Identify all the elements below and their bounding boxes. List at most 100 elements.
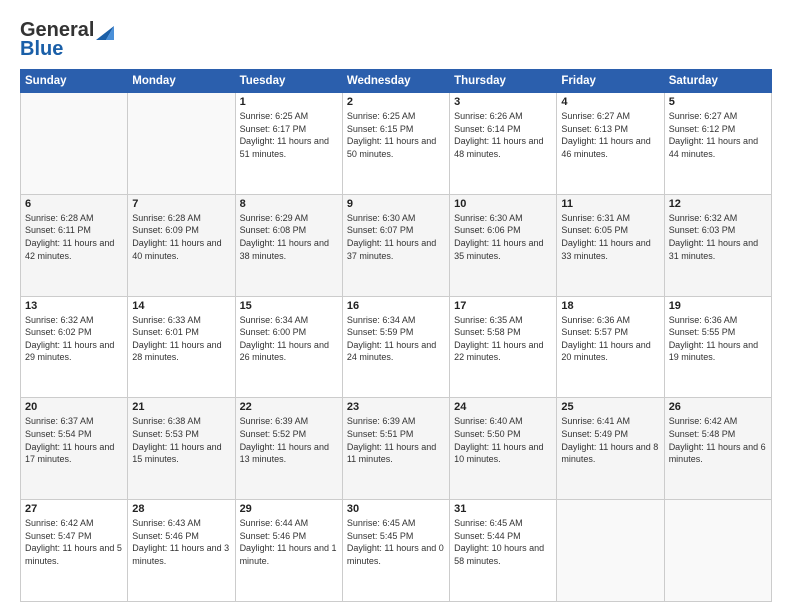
calendar-cell	[557, 500, 664, 602]
day-info: Sunrise: 6:42 AM Sunset: 5:48 PM Dayligh…	[669, 415, 767, 465]
day-info: Sunrise: 6:44 AM Sunset: 5:46 PM Dayligh…	[240, 517, 338, 567]
calendar-cell: 4 Sunrise: 6:27 AM Sunset: 6:13 PM Daylig…	[557, 93, 664, 195]
calendar-cell: 3Sunrise: 6:26 AM Sunset: 6:14 PM Daylig…	[450, 93, 557, 195]
calendar-week-4: 20Sunrise: 6:37 AM Sunset: 5:54 PM Dayli…	[21, 398, 772, 500]
day-info: Sunrise: 6:36 AM Sunset: 5:55 PM Dayligh…	[669, 314, 767, 364]
calendar-cell: 30 Sunrise: 6:45 AM Sunset: 5:45 PM Dayli…	[342, 500, 449, 602]
day-number: 10	[454, 198, 552, 210]
day-number: 31	[454, 503, 552, 515]
day-number: 29	[240, 503, 338, 515]
day-info: Sunrise: 6:26 AM Sunset: 6:14 PM Dayligh…	[454, 110, 552, 160]
logo: General Blue	[20, 18, 114, 61]
calendar-cell: 21Sunrise: 6:38 AM Sunset: 5:53 PM Dayli…	[128, 398, 235, 500]
col-header-monday: Monday	[128, 70, 235, 93]
day-info: Sunrise: 6:41 AM Sunset: 5:49 PM Dayligh…	[561, 415, 659, 465]
calendar-cell: 5 Sunrise: 6:27 AM Sunset: 6:12 PM Daylig…	[664, 93, 771, 195]
day-info: Sunrise: 6:29 AM Sunset: 6:08 PM Dayligh…	[240, 212, 338, 262]
col-header-tuesday: Tuesday	[235, 70, 342, 93]
calendar-cell: 16 Sunrise: 6:34 AM Sunset: 5:59 PM Dayli…	[342, 296, 449, 398]
day-info: Sunrise: 6:34 AM Sunset: 5:59 PM Dayligh…	[347, 314, 445, 364]
day-info: Sunrise: 6:33 AM Sunset: 6:01 PM Dayligh…	[132, 314, 230, 364]
day-number: 20	[25, 401, 123, 413]
logo-blue: Blue	[20, 38, 63, 61]
day-number: 23	[347, 401, 445, 413]
day-number: 22	[240, 401, 338, 413]
calendar-cell: 8 Sunrise: 6:29 AM Sunset: 6:08 PM Daylig…	[235, 194, 342, 296]
logo-bird-icon	[96, 18, 114, 40]
day-number: 28	[132, 503, 230, 515]
day-number: 15	[240, 300, 338, 312]
calendar-cell	[128, 93, 235, 195]
day-info: Sunrise: 6:28 AM Sunset: 6:11 PM Dayligh…	[25, 212, 123, 262]
calendar-cell: 22 Sunrise: 6:39 AM Sunset: 5:52 PM Dayli…	[235, 398, 342, 500]
calendar-cell: 23Sunrise: 6:39 AM Sunset: 5:51 PM Dayli…	[342, 398, 449, 500]
calendar-cell: 28Sunrise: 6:43 AM Sunset: 5:46 PM Dayli…	[128, 500, 235, 602]
calendar-week-2: 6 Sunrise: 6:28 AM Sunset: 6:11 PM Daylig…	[21, 194, 772, 296]
day-info: Sunrise: 6:28 AM Sunset: 6:09 PM Dayligh…	[132, 212, 230, 262]
day-number: 2	[347, 96, 445, 108]
day-number: 14	[132, 300, 230, 312]
calendar-cell: 13Sunrise: 6:32 AM Sunset: 6:02 PM Dayli…	[21, 296, 128, 398]
day-number: 25	[561, 401, 659, 413]
calendar-cell: 7 Sunrise: 6:28 AM Sunset: 6:09 PM Daylig…	[128, 194, 235, 296]
day-number: 8	[240, 198, 338, 210]
header: General Blue	[20, 18, 772, 61]
day-info: Sunrise: 6:40 AM Sunset: 5:50 PM Dayligh…	[454, 415, 552, 465]
calendar-week-3: 13Sunrise: 6:32 AM Sunset: 6:02 PM Dayli…	[21, 296, 772, 398]
day-number: 18	[561, 300, 659, 312]
day-info: Sunrise: 6:36 AM Sunset: 5:57 PM Dayligh…	[561, 314, 659, 364]
calendar-cell: 6 Sunrise: 6:28 AM Sunset: 6:11 PM Daylig…	[21, 194, 128, 296]
calendar-week-1: 1 Sunrise: 6:25 AM Sunset: 6:17 PM Daylig…	[21, 93, 772, 195]
day-number: 30	[347, 503, 445, 515]
day-number: 9	[347, 198, 445, 210]
day-number: 1	[240, 96, 338, 108]
col-header-saturday: Saturday	[664, 70, 771, 93]
day-info: Sunrise: 6:32 AM Sunset: 6:03 PM Dayligh…	[669, 212, 767, 262]
day-info: Sunrise: 6:45 AM Sunset: 5:45 PM Dayligh…	[347, 517, 445, 567]
calendar-header-row: SundayMondayTuesdayWednesdayThursdayFrid…	[21, 70, 772, 93]
day-info: Sunrise: 6:30 AM Sunset: 6:06 PM Dayligh…	[454, 212, 552, 262]
day-number: 7	[132, 198, 230, 210]
day-number: 27	[25, 503, 123, 515]
calendar-cell: 31 Sunrise: 6:45 AM Sunset: 5:44 PM Dayli…	[450, 500, 557, 602]
calendar-cell: 2Sunrise: 6:25 AM Sunset: 6:15 PM Daylig…	[342, 93, 449, 195]
calendar-cell: 26Sunrise: 6:42 AM Sunset: 5:48 PM Dayli…	[664, 398, 771, 500]
day-number: 4	[561, 96, 659, 108]
day-number: 17	[454, 300, 552, 312]
day-number: 16	[347, 300, 445, 312]
day-info: Sunrise: 6:35 AM Sunset: 5:58 PM Dayligh…	[454, 314, 552, 364]
day-info: Sunrise: 6:31 AM Sunset: 6:05 PM Dayligh…	[561, 212, 659, 262]
day-info: Sunrise: 6:27 AM Sunset: 6:13 PM Dayligh…	[561, 110, 659, 160]
calendar-cell: 25 Sunrise: 6:41 AM Sunset: 5:49 PM Dayli…	[557, 398, 664, 500]
day-info: Sunrise: 6:42 AM Sunset: 5:47 PM Dayligh…	[25, 517, 123, 567]
page: General Blue SundayMondayTuesdayWednesda…	[0, 0, 792, 612]
day-number: 5	[669, 96, 767, 108]
day-info: Sunrise: 6:32 AM Sunset: 6:02 PM Dayligh…	[25, 314, 123, 364]
calendar-cell: 17 Sunrise: 6:35 AM Sunset: 5:58 PM Dayli…	[450, 296, 557, 398]
calendar-cell: 27 Sunrise: 6:42 AM Sunset: 5:47 PM Dayli…	[21, 500, 128, 602]
calendar-cell: 18 Sunrise: 6:36 AM Sunset: 5:57 PM Dayli…	[557, 296, 664, 398]
calendar-cell: 12Sunrise: 6:32 AM Sunset: 6:03 PM Dayli…	[664, 194, 771, 296]
day-info: Sunrise: 6:39 AM Sunset: 5:52 PM Dayligh…	[240, 415, 338, 465]
calendar-cell: 15 Sunrise: 6:34 AM Sunset: 6:00 PM Dayli…	[235, 296, 342, 398]
day-number: 19	[669, 300, 767, 312]
day-number: 24	[454, 401, 552, 413]
day-number: 21	[132, 401, 230, 413]
col-header-friday: Friday	[557, 70, 664, 93]
day-info: Sunrise: 6:45 AM Sunset: 5:44 PM Dayligh…	[454, 517, 552, 567]
day-number: 6	[25, 198, 123, 210]
calendar-cell: 10 Sunrise: 6:30 AM Sunset: 6:06 PM Dayli…	[450, 194, 557, 296]
calendar-cell: 29 Sunrise: 6:44 AM Sunset: 5:46 PM Dayli…	[235, 500, 342, 602]
calendar-cell	[21, 93, 128, 195]
col-header-sunday: Sunday	[21, 70, 128, 93]
day-info: Sunrise: 6:25 AM Sunset: 6:17 PM Dayligh…	[240, 110, 338, 160]
calendar-cell: 19 Sunrise: 6:36 AM Sunset: 5:55 PM Dayli…	[664, 296, 771, 398]
calendar-cell: 11Sunrise: 6:31 AM Sunset: 6:05 PM Dayli…	[557, 194, 664, 296]
calendar-week-5: 27 Sunrise: 6:42 AM Sunset: 5:47 PM Dayli…	[21, 500, 772, 602]
calendar-cell: 9Sunrise: 6:30 AM Sunset: 6:07 PM Daylig…	[342, 194, 449, 296]
day-info: Sunrise: 6:34 AM Sunset: 6:00 PM Dayligh…	[240, 314, 338, 364]
calendar: SundayMondayTuesdayWednesdayThursdayFrid…	[20, 69, 772, 602]
col-header-thursday: Thursday	[450, 70, 557, 93]
day-info: Sunrise: 6:27 AM Sunset: 6:12 PM Dayligh…	[669, 110, 767, 160]
calendar-cell: 1 Sunrise: 6:25 AM Sunset: 6:17 PM Daylig…	[235, 93, 342, 195]
